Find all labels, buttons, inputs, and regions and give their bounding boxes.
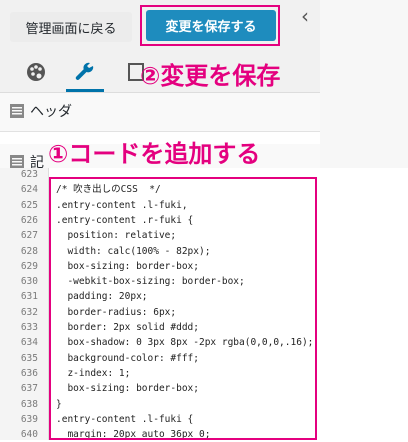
panel-header-label: ヘッダ <box>30 104 72 120</box>
code-line[interactable]: 627 position: relative; <box>0 228 408 243</box>
code-line[interactable]: 633 border: 2px solid #ddd; <box>0 320 408 335</box>
code-text[interactable]: padding: 20px; <box>56 289 147 304</box>
code-line[interactable]: 625 .entry-content .l-fuki, <box>0 198 408 213</box>
tab-custom-css[interactable] <box>66 52 104 92</box>
code-line[interactable]: 632 border-radius: 6px; <box>0 305 408 320</box>
panel-header[interactable]: ヘッダ <box>0 93 320 132</box>
palette-icon <box>27 63 45 81</box>
back-to-admin-button[interactable]: 管理画面に戻る <box>10 12 132 42</box>
code-line[interactable]: 624 /* 吹き出しのCSS */ <box>0 182 408 197</box>
code-text[interactable]: z-index: 1; <box>56 366 130 381</box>
code-text[interactable]: border-radius: 6px; <box>56 305 176 320</box>
line-number: 628 <box>20 245 38 257</box>
line-number: 629 <box>20 260 38 272</box>
add-code-annotation: ①コードを追加する <box>48 140 261 168</box>
line-number: 639 <box>20 413 38 425</box>
line-number: 638 <box>20 398 38 410</box>
code-line[interactable]: 636 z-index: 1; <box>0 366 408 381</box>
line-number: 625 <box>20 199 38 211</box>
code-line[interactable]: 635 background-color: #fff; <box>0 351 408 366</box>
code-line[interactable]: 631 padding: 20px; <box>0 289 408 304</box>
code-text[interactable]: .entry-content .l-fuki { <box>56 412 193 427</box>
code-line[interactable]: 623 <box>0 167 408 182</box>
code-text[interactable]: border: 2px solid #ddd; <box>56 320 199 335</box>
code-text[interactable]: box-sizing: border-box; <box>56 381 199 396</box>
wrench-icon <box>75 62 94 80</box>
code-line[interactable]: 626 .entry-content .r-fuki { <box>0 213 408 228</box>
collapse-sidebar-button[interactable]: ‹ <box>290 2 320 30</box>
code-line[interactable]: 630 -webkit-box-sizing: border-box; <box>0 274 408 289</box>
code-line[interactable]: 628 width: calc(100% - 82px); <box>0 244 408 259</box>
code-line[interactable]: 639 .entry-content .l-fuki { <box>0 412 408 427</box>
line-number: 637 <box>20 383 38 395</box>
code-text[interactable]: } <box>56 397 62 412</box>
code-line[interactable]: 637 box-sizing: border-box; <box>0 381 408 396</box>
save-changes-button[interactable]: 変更を保存する <box>146 10 276 41</box>
code-text[interactable]: .entry-content .l-fuki, <box>56 198 188 213</box>
code-text[interactable]: background-color: #fff; <box>56 351 199 366</box>
save-annotation: ②変更を保存 <box>140 62 281 90</box>
preview-area <box>320 0 408 175</box>
line-number: 626 <box>20 214 38 226</box>
code-text[interactable]: position: relative; <box>56 228 176 243</box>
code-text[interactable]: width: calc(100% - 82px); <box>56 244 210 259</box>
chevron-left-icon: ‹ <box>301 4 309 28</box>
code-line[interactable]: 638} <box>0 397 408 412</box>
line-number: 627 <box>20 230 38 242</box>
css-code-editor[interactable]: 623 624 /* 吹き出しのCSS */ 625 .entry-content .l… <box>0 168 408 440</box>
code-text[interactable]: -webkit-box-sizing: border-box; <box>56 274 244 289</box>
code-text[interactable]: /* 吹き出しのCSS */ <box>56 182 161 197</box>
code-text[interactable]: .entry-content .r-fuki { <box>56 213 193 228</box>
code-text[interactable]: box-shadow: 0 3px 8px -2px rgba(0,0,0,.1… <box>56 335 313 350</box>
line-number: 624 <box>20 184 38 196</box>
line-number: 631 <box>20 291 38 303</box>
line-number: 632 <box>20 306 38 318</box>
code-line[interactable]: 634 box-shadow: 0 3px 8px -2px rgba(0,0,… <box>0 335 408 350</box>
layout-icon <box>10 104 24 118</box>
line-number: 634 <box>20 337 38 349</box>
code-text[interactable]: box-sizing: border-box; <box>56 259 199 274</box>
active-tab-indicator <box>66 89 104 92</box>
line-number: 636 <box>20 367 38 379</box>
line-number: 630 <box>20 276 38 288</box>
line-number: 633 <box>20 322 38 333</box>
code-line[interactable]: 629 box-sizing: border-box; <box>0 259 408 274</box>
tab-design[interactable] <box>18 52 54 92</box>
line-number: 635 <box>20 352 38 364</box>
line-number: 623 <box>20 169 38 180</box>
